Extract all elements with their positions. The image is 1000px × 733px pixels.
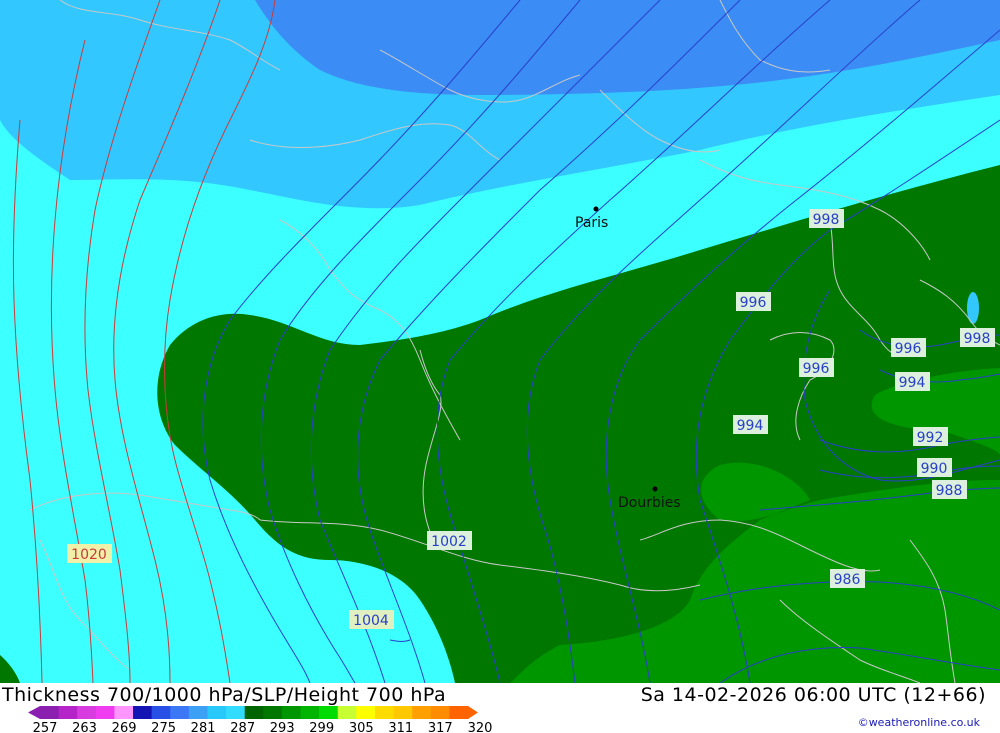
colorbar-swatch <box>40 706 60 719</box>
isobar-label: 996 <box>891 338 926 357</box>
colorbar-swatch <box>449 706 469 719</box>
svg-text:996: 996 <box>740 295 767 311</box>
colorbar-swatch <box>430 706 450 719</box>
colorbar-tick-label: 257 <box>33 721 58 733</box>
colorbar-swatch <box>170 706 190 719</box>
colorbar-swatch <box>281 706 302 719</box>
isobar-label: 996 <box>736 292 771 311</box>
svg-text:1020: 1020 <box>71 547 107 563</box>
svg-text:992: 992 <box>917 430 944 446</box>
svg-text:Paris: Paris <box>575 215 608 231</box>
colorbar-swatch <box>114 706 134 719</box>
colorbar-swatch <box>188 706 208 719</box>
colorbar-tick-label: 281 <box>191 721 216 733</box>
colorbar-ticks: 257 263 269 275 281 287 293 299 305 311 317 320 <box>33 721 493 733</box>
colorbar-tick-label: 317 <box>428 721 453 733</box>
isobar-label: 996 <box>799 358 834 377</box>
colorbar-tick-label: 320 <box>468 721 493 733</box>
colorbar-tick-label: 269 <box>112 721 137 733</box>
svg-text:994: 994 <box>899 375 926 391</box>
colorbar-swatch <box>374 706 395 719</box>
colorbar-tick-label: 263 <box>72 721 97 733</box>
colorbar-swatches <box>28 706 478 719</box>
colorbar-tick-label: 287 <box>230 721 255 733</box>
svg-text:1004: 1004 <box>353 613 389 629</box>
isobar-label: 992 <box>913 427 948 446</box>
svg-text:998: 998 <box>813 212 840 228</box>
isobar-label: 998 <box>960 328 995 347</box>
colorbar-tick-label: 293 <box>270 721 295 733</box>
svg-text:Dourbies: Dourbies <box>618 495 681 511</box>
colorbar-swatch <box>207 706 227 719</box>
svg-text:990: 990 <box>921 461 948 477</box>
colorbar-tick-label: 275 <box>151 721 176 733</box>
colorbar-swatch <box>337 706 357 719</box>
colorbar-swatch <box>95 706 115 719</box>
colorbar-tick-label: 299 <box>309 721 334 733</box>
colorbar-swatch <box>393 706 413 719</box>
colorbar-swatch <box>263 706 283 719</box>
colorbar-tick-label: 305 <box>349 721 374 733</box>
isobar-label: 988 <box>932 480 967 499</box>
colorbar-swatch <box>412 706 432 719</box>
colorbar-arrow-left <box>28 706 40 719</box>
isobar-label: 990 <box>917 458 952 477</box>
isobar-label: 1020 <box>67 544 112 563</box>
credit-text: ©weatheronline.co.uk <box>857 716 980 729</box>
colorbar-swatch <box>151 706 171 719</box>
colorbar-tick-label: 311 <box>388 721 413 733</box>
svg-text:996: 996 <box>895 341 922 357</box>
map-datetime: Sa 14-02-2026 06:00 UTC (12+66) <box>640 684 986 706</box>
svg-text:998: 998 <box>964 331 991 347</box>
colorbar-swatch <box>58 706 78 719</box>
isobar-label: 1002 <box>427 531 472 550</box>
colorbar-swatch <box>77 706 97 719</box>
isobar-label: 986 <box>830 569 865 588</box>
isobar-label: 998 <box>809 209 844 228</box>
colorbar-swatch <box>356 706 376 719</box>
svg-text:1002: 1002 <box>431 534 467 550</box>
weather-map: 998 996 998 996 996 994 994 992 990 988 … <box>0 0 1000 683</box>
isobar-label: 1004 <box>349 610 394 629</box>
colorbar-arrow-right <box>468 706 478 719</box>
colorbar-swatch <box>244 706 264 719</box>
svg-text:988: 988 <box>936 483 963 499</box>
colorbar-swatch <box>300 706 320 719</box>
colorbar-swatch <box>319 706 339 719</box>
isobar-label: 994 <box>895 372 930 391</box>
isobar-label: 994 <box>733 415 768 434</box>
svg-text:986: 986 <box>834 572 861 588</box>
svg-text:994: 994 <box>737 418 764 434</box>
colorbar-swatch <box>133 706 153 719</box>
colorbar-swatch <box>226 706 246 719</box>
svg-text:996: 996 <box>803 361 830 377</box>
colorbar-legend: 257 263 269 275 281 287 293 299 305 311 317 320 <box>28 706 493 733</box>
